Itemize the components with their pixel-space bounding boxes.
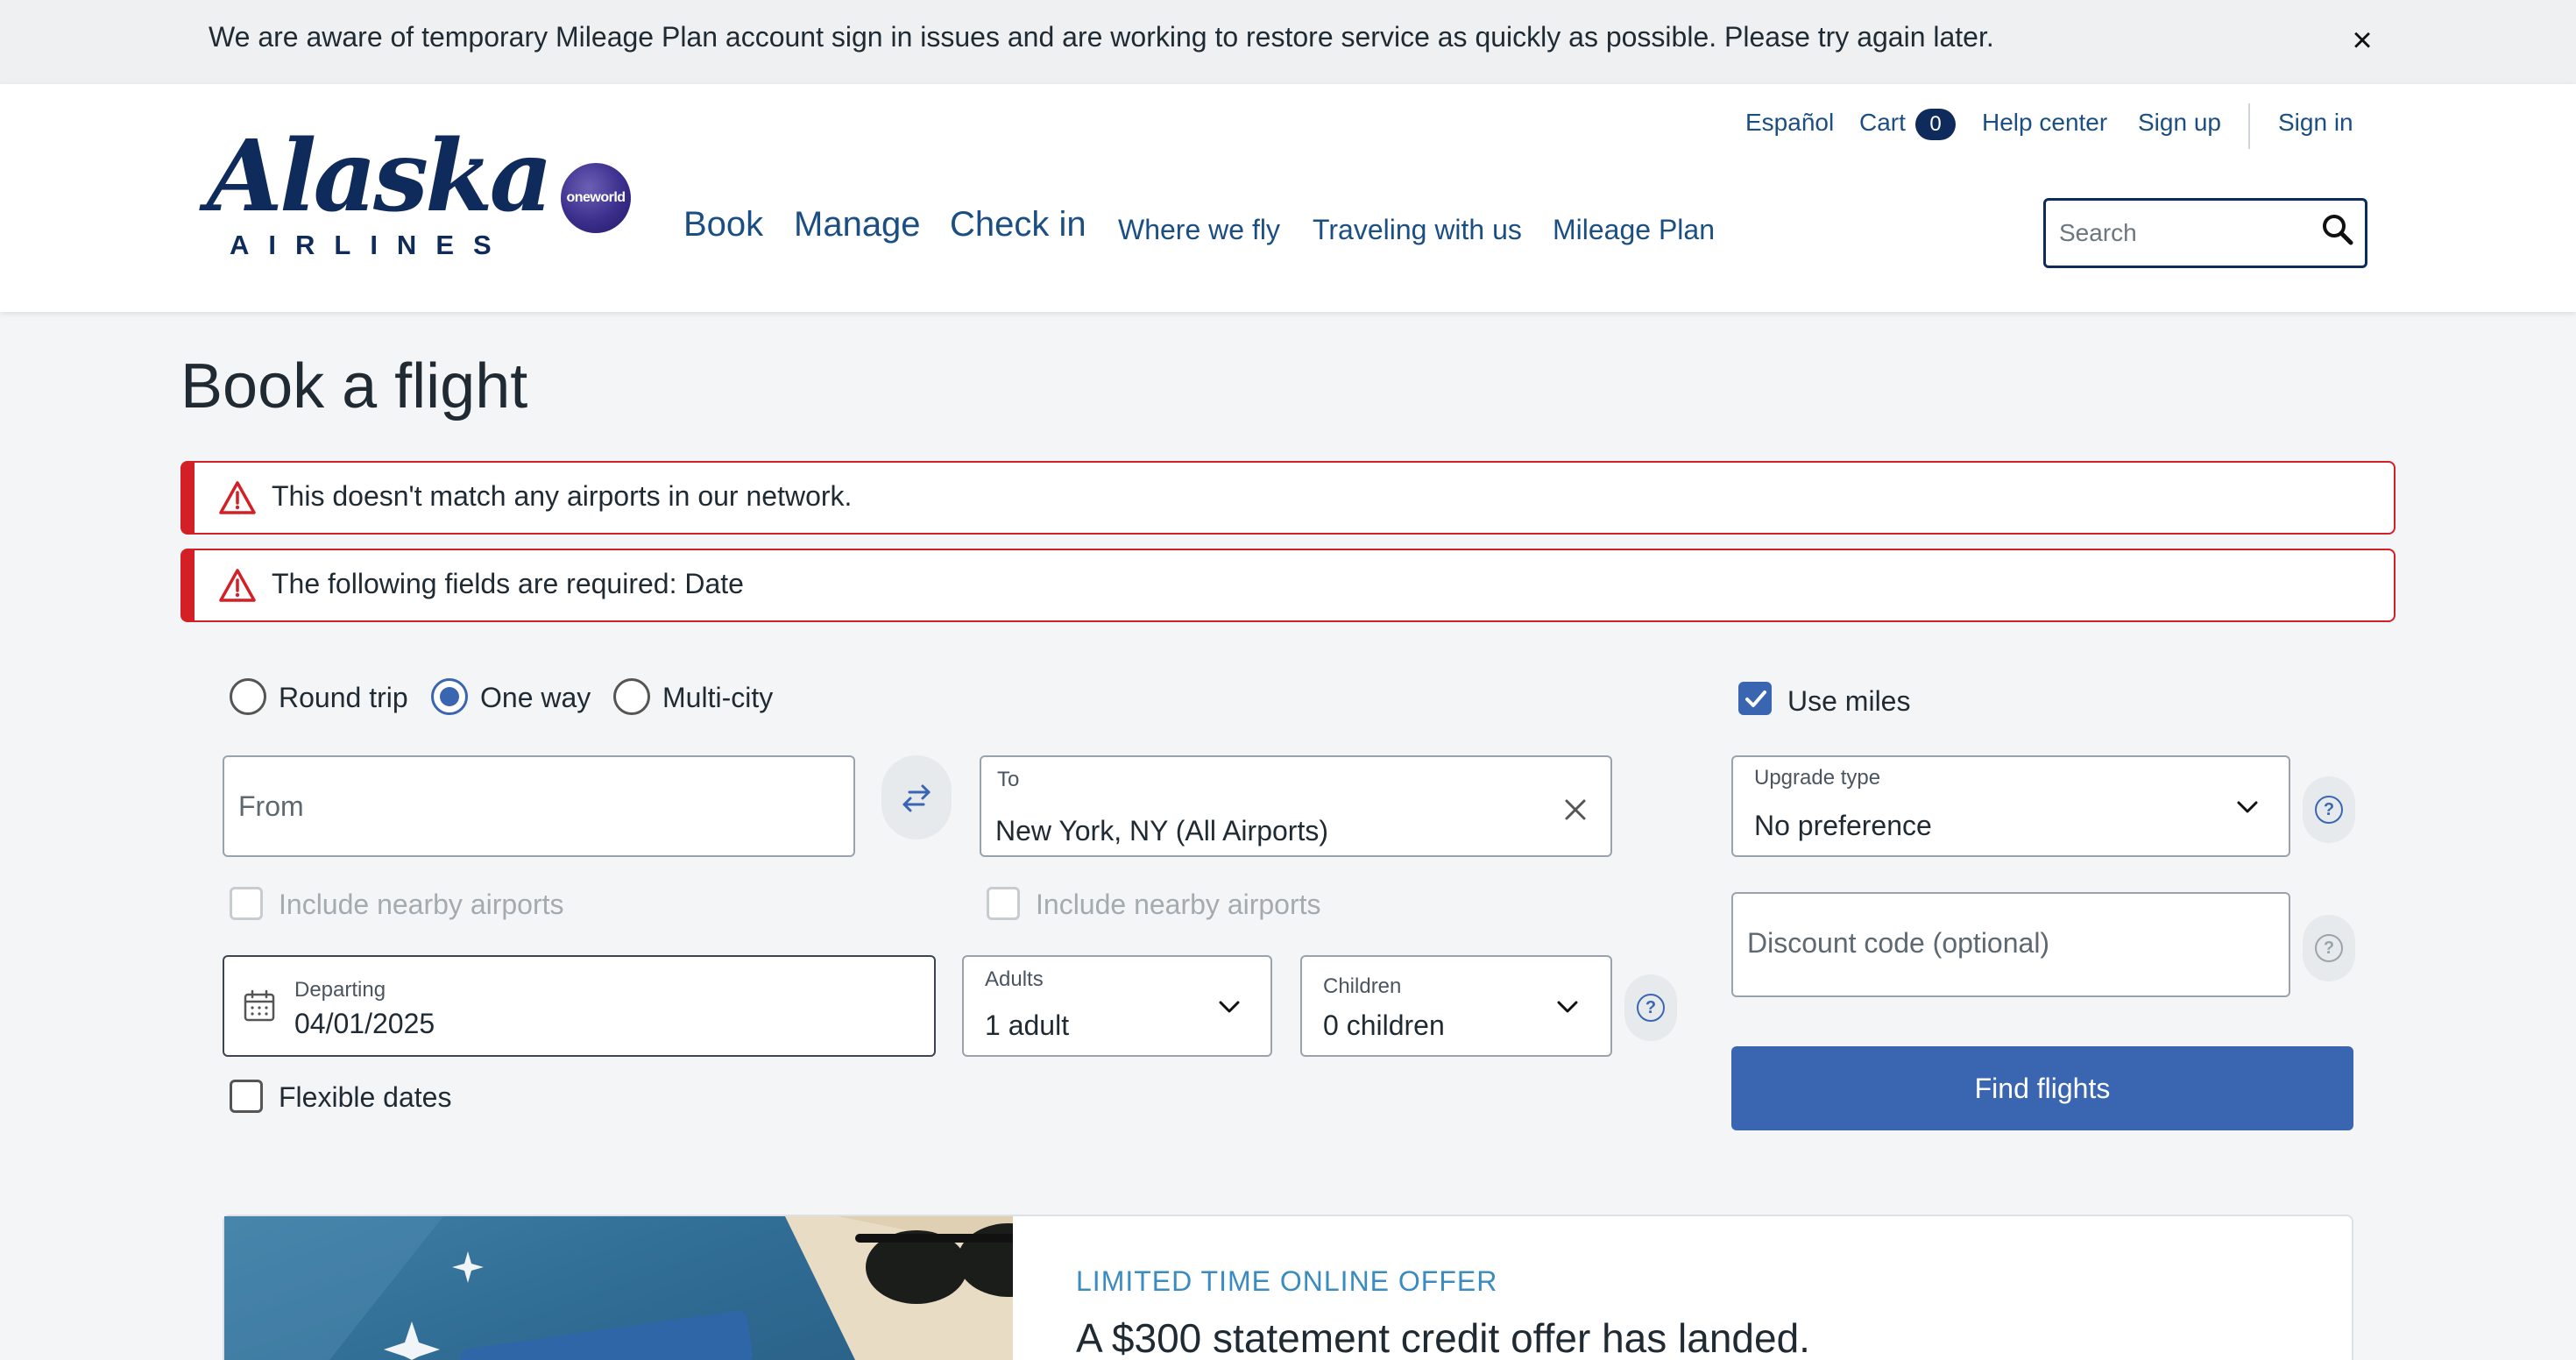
radio-multi-city-label: Multi-city bbox=[662, 682, 774, 713]
sign-up-link[interactable]: Sign up bbox=[2138, 109, 2221, 137]
checkmark-icon bbox=[1745, 691, 1766, 707]
sign-in-link[interactable]: Sign in bbox=[2278, 109, 2353, 137]
radio-round-trip[interactable] bbox=[230, 678, 266, 715]
warning-icon bbox=[219, 569, 256, 602]
promo-image bbox=[224, 1216, 1013, 1360]
nav-where-we-fly[interactable]: Where we fly bbox=[1118, 214, 1280, 246]
use-miles-label: Use miles bbox=[1787, 685, 1911, 717]
discount-help-button[interactable]: ? bbox=[2303, 915, 2355, 981]
nearby-airports-to-label: Include nearby airports bbox=[1036, 889, 1321, 920]
children-label: Children bbox=[1323, 974, 1402, 998]
error-message: The following fields are required: Date bbox=[272, 568, 744, 599]
promo-title: A $300 statement credit offer has landed… bbox=[1076, 1315, 1810, 1360]
language-link[interactable]: Español bbox=[1745, 109, 1834, 137]
nav-traveling-with-us[interactable]: Traveling with us bbox=[1313, 214, 1522, 246]
to-field-value: New York, NY (All Airports) bbox=[995, 815, 1328, 846]
use-miles-checkbox[interactable] bbox=[1738, 682, 1772, 715]
help-icon: ? bbox=[2315, 796, 2343, 824]
from-field[interactable] bbox=[223, 755, 855, 857]
utility-divider bbox=[2248, 103, 2250, 149]
radio-one-way-label: One way bbox=[480, 682, 591, 713]
nearby-airports-from-checkbox[interactable] bbox=[230, 887, 263, 920]
nav-manage[interactable]: Manage bbox=[794, 205, 921, 244]
radio-multi-city[interactable] bbox=[613, 678, 650, 715]
from-placeholder: From bbox=[238, 790, 304, 822]
cart-count-badge: 0 bbox=[1915, 109, 1956, 140]
adults-value: 1 adult bbox=[985, 1009, 1070, 1041]
nav-check-in[interactable]: Check in bbox=[950, 205, 1086, 244]
departing-label: Departing bbox=[294, 978, 386, 1002]
oneworld-logo: oneworld bbox=[561, 163, 631, 233]
chevron-down-icon bbox=[2237, 801, 2258, 813]
radio-one-way[interactable] bbox=[431, 678, 468, 715]
cart-link[interactable]: Cart bbox=[1859, 109, 1906, 137]
flexible-dates-checkbox[interactable] bbox=[230, 1080, 263, 1113]
departing-date-field[interactable] bbox=[223, 955, 936, 1057]
promo-eyebrow: LIMITED TIME ONLINE OFFER bbox=[1076, 1265, 1498, 1297]
chevron-down-icon bbox=[1557, 1001, 1578, 1013]
clear-icon[interactable] bbox=[1558, 792, 1593, 827]
children-value: 0 children bbox=[1323, 1009, 1445, 1041]
nav-book[interactable]: Book bbox=[683, 205, 763, 244]
chevron-down-icon bbox=[1219, 1001, 1240, 1013]
nav-mileage-plan[interactable]: Mileage Plan bbox=[1553, 214, 1715, 246]
discount-code-placeholder: Discount code (optional) bbox=[1747, 927, 2050, 959]
page-title: Book a flight bbox=[180, 351, 528, 421]
alert-banner-message: We are aware of temporary Mileage Plan a… bbox=[209, 21, 1994, 53]
nearby-airports-from-label: Include nearby airports bbox=[279, 889, 564, 920]
calendar-icon bbox=[244, 989, 275, 1022]
to-field-label: To bbox=[997, 768, 1020, 791]
nearby-airports-to-checkbox[interactable] bbox=[987, 887, 1020, 920]
upgrade-type-label: Upgrade type bbox=[1754, 766, 1881, 790]
upgrade-help-button[interactable]: ? bbox=[2303, 776, 2355, 843]
close-icon[interactable]: × bbox=[2345, 19, 2380, 61]
alaska-logo[interactable]: Alaska bbox=[207, 128, 553, 226]
find-flights-button[interactable]: Find flights bbox=[1731, 1046, 2353, 1130]
help-center-link[interactable]: Help center bbox=[1982, 109, 2107, 137]
swap-airports-button[interactable] bbox=[881, 755, 952, 839]
swap-arrows-icon bbox=[902, 784, 931, 812]
departing-value: 04/01/2025 bbox=[294, 1008, 435, 1039]
adults-label: Adults bbox=[985, 967, 1044, 991]
flexible-dates-label: Flexible dates bbox=[279, 1081, 452, 1113]
upgrade-type-value: No preference bbox=[1754, 810, 1932, 841]
radio-round-trip-label: Round trip bbox=[279, 682, 408, 713]
alaska-logo-subtitle: AIRLINES bbox=[230, 230, 511, 260]
passenger-help-button[interactable]: ? bbox=[1624, 974, 1677, 1041]
help-icon: ? bbox=[1637, 994, 1665, 1022]
error-message: This doesn't match any airports in our n… bbox=[272, 480, 853, 512]
search-input[interactable] bbox=[2059, 214, 2313, 252]
help-icon: ? bbox=[2315, 934, 2343, 962]
warning-icon bbox=[219, 481, 256, 514]
search-icon[interactable] bbox=[2320, 212, 2355, 247]
promo-illustration bbox=[224, 1216, 1013, 1360]
